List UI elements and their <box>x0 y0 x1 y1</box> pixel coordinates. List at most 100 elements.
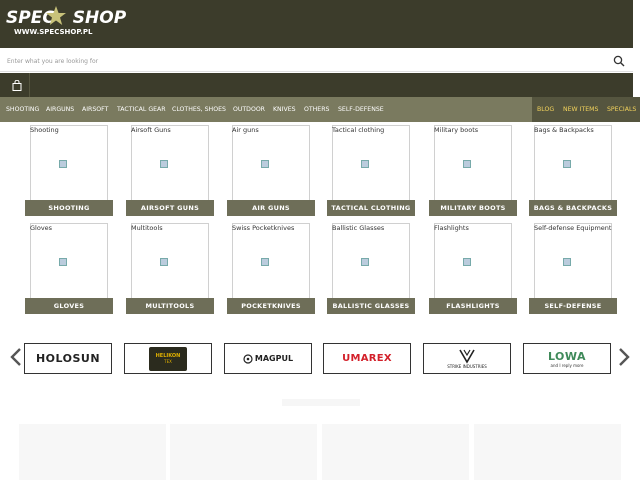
nav-item-new-items[interactable]: NEW ITEMS <box>563 97 598 122</box>
brand-holosun[interactable]: HOLOSUN <box>24 343 112 374</box>
category-title: Gloves <box>30 224 53 232</box>
image-placeholder-icon <box>463 160 471 168</box>
chevron-right-icon[interactable] <box>617 347 631 367</box>
image-placeholder-icon <box>261 160 269 168</box>
nav-item-airsoft[interactable]: AIRSOFT <box>82 97 108 122</box>
category-title: Shooting <box>30 126 59 134</box>
search-bar <box>0 50 633 72</box>
brand-lowa[interactable]: LOWA and I reply more <box>523 343 611 374</box>
shopping-bag-icon <box>12 79 21 91</box>
category-image-frame <box>534 223 612 299</box>
category-card[interactable]: Multitools MULTITOOLS <box>126 220 216 314</box>
logo-wordmark: SPEC SHOP <box>6 8 127 28</box>
star-icon <box>46 6 66 25</box>
image-placeholder-icon <box>361 258 369 266</box>
category-button[interactable]: AIR GUNS <box>227 200 315 216</box>
nav-secondary: BLOG NEW ITEMS SPECIALS <box>532 97 640 122</box>
category-card[interactable]: Swiss Pocketknives POCKETKNIVES <box>227 220 317 314</box>
category-card[interactable]: Air guns AIR GUNS <box>227 122 317 216</box>
chevron-left-icon[interactable] <box>9 347 23 367</box>
nav-item-shooting[interactable]: SHOOTING <box>6 97 39 122</box>
category-image-frame <box>434 223 512 299</box>
nav-item-clothes-shoes[interactable]: CLOTHES, SHOES <box>172 97 226 122</box>
logo-url: WWW.SPECSHOP.PL <box>14 28 93 36</box>
category-image-frame <box>534 125 612 201</box>
category-card[interactable]: Airsoft Guns AIRSOFT GUNS <box>126 122 216 216</box>
category-image-frame <box>434 125 512 201</box>
category-button[interactable]: TACTICAL CLOTHING <box>327 200 415 216</box>
site-logo[interactable]: SPEC SHOP WWW.SPECSHOP.PL <box>6 6 126 38</box>
image-placeholder-icon <box>361 160 369 168</box>
loading-card <box>322 424 469 480</box>
brand-helikon-logo: HELIKON TEX <box>149 346 187 371</box>
brand-strike-logo: STRIKE INDUSTRIES <box>447 348 487 369</box>
category-card[interactable]: Tactical clothing TACTICAL CLOTHING <box>327 122 417 216</box>
category-button[interactable]: BAGS & BACKPACKS <box>529 200 617 216</box>
category-image-frame <box>332 125 410 201</box>
category-title: Self-defense Equipment <box>534 224 612 232</box>
image-placeholder-icon <box>563 160 571 168</box>
category-title: Air guns <box>232 126 259 134</box>
loading-placeholder <box>282 399 360 406</box>
category-card[interactable]: Shooting SHOOTING <box>25 122 115 216</box>
category-title: Swiss Pocketknives <box>232 224 295 232</box>
category-card[interactable]: Ballistic Glasses BALLISTIC GLASSES <box>327 220 417 314</box>
category-image-frame <box>30 223 108 299</box>
category-button[interactable]: BALLISTIC GLASSES <box>327 298 415 314</box>
loading-card <box>474 424 621 480</box>
nav-item-airguns[interactable]: AIRGUNS <box>46 97 74 122</box>
brand-magpul-logo: MAGPUL <box>254 354 294 363</box>
nav-item-specials[interactable]: SPECIALS <box>607 97 636 122</box>
category-image-frame <box>232 125 310 201</box>
nav-item-knives[interactable]: KNIVES <box>273 97 296 122</box>
toolbar <box>0 73 633 97</box>
nav-item-blog[interactable]: BLOG <box>537 97 554 122</box>
brand-holosun-logo: HOLOSUN <box>35 352 101 365</box>
image-placeholder-icon <box>463 258 471 266</box>
category-button[interactable]: AIRSOFT GUNS <box>126 200 214 216</box>
category-card[interactable]: Military boots MILITARY BOOTS <box>429 122 519 216</box>
loading-card <box>170 424 317 480</box>
category-image-frame <box>332 223 410 299</box>
category-card[interactable]: Gloves GLOVES <box>25 220 115 314</box>
nav-item-tactical-gear[interactable]: TACTICAL GEAR <box>117 97 166 122</box>
category-button[interactable]: GLOVES <box>25 298 113 314</box>
brand-helikon[interactable]: HELIKON TEX <box>124 343 212 374</box>
category-button[interactable]: SELF-DEFENSE <box>529 298 617 314</box>
brand-lowa-logo: LOWA and I reply more <box>547 349 587 368</box>
category-button[interactable]: SHOOTING <box>25 200 113 216</box>
category-card[interactable]: Bags & Backpacks BAGS & BACKPACKS <box>529 122 619 216</box>
image-placeholder-icon <box>563 258 571 266</box>
category-image-frame <box>232 223 310 299</box>
category-image-frame <box>131 125 209 201</box>
brand-umarex[interactable]: UMAREX <box>323 343 411 374</box>
brand-strike-industries[interactable]: STRIKE INDUSTRIES <box>423 343 511 374</box>
category-title: Tactical clothing <box>332 126 385 134</box>
category-image-frame <box>30 125 108 201</box>
site-header: SPEC SHOP WWW.SPECSHOP.PL <box>0 0 633 48</box>
page: SPECSHOP WWW.SPECSHOP.PL SHOOTING AIRGUN… <box>0 0 640 480</box>
category-button[interactable]: POCKETKNIVES <box>227 298 315 314</box>
category-title: Airsoft Guns <box>131 126 171 134</box>
nav-item-others[interactable]: OTHERS <box>304 97 329 122</box>
category-button[interactable]: MILITARY BOOTS <box>429 200 517 216</box>
search-icon[interactable] <box>613 55 625 67</box>
search-input[interactable] <box>0 50 600 72</box>
category-card[interactable]: Flashlights FLASHLIGHTS <box>429 220 519 314</box>
category-title: Multitools <box>131 224 163 232</box>
category-button[interactable]: MULTITOOLS <box>126 298 214 314</box>
loading-card <box>19 424 166 480</box>
image-placeholder-icon <box>160 258 168 266</box>
image-placeholder-icon <box>261 258 269 266</box>
category-title: Bags & Backpacks <box>534 126 594 134</box>
cart-button[interactable] <box>4 73 30 97</box>
brand-umarex-logo: UMAREX <box>342 353 392 364</box>
category-card[interactable]: Self-defense Equipment SELF-DEFENSE <box>529 220 619 314</box>
nav-item-self-defense[interactable]: SELF-DEFENSE <box>338 97 384 122</box>
strike-logo-icon <box>459 349 475 364</box>
category-title: Flashlights <box>434 224 469 232</box>
nav-item-outdoor[interactable]: OUTDOOR <box>233 97 265 122</box>
brand-magpul[interactable]: MAGPUL <box>224 343 312 374</box>
magpul-logo-icon <box>243 353 253 364</box>
category-button[interactable]: FLASHLIGHTS <box>429 298 517 314</box>
